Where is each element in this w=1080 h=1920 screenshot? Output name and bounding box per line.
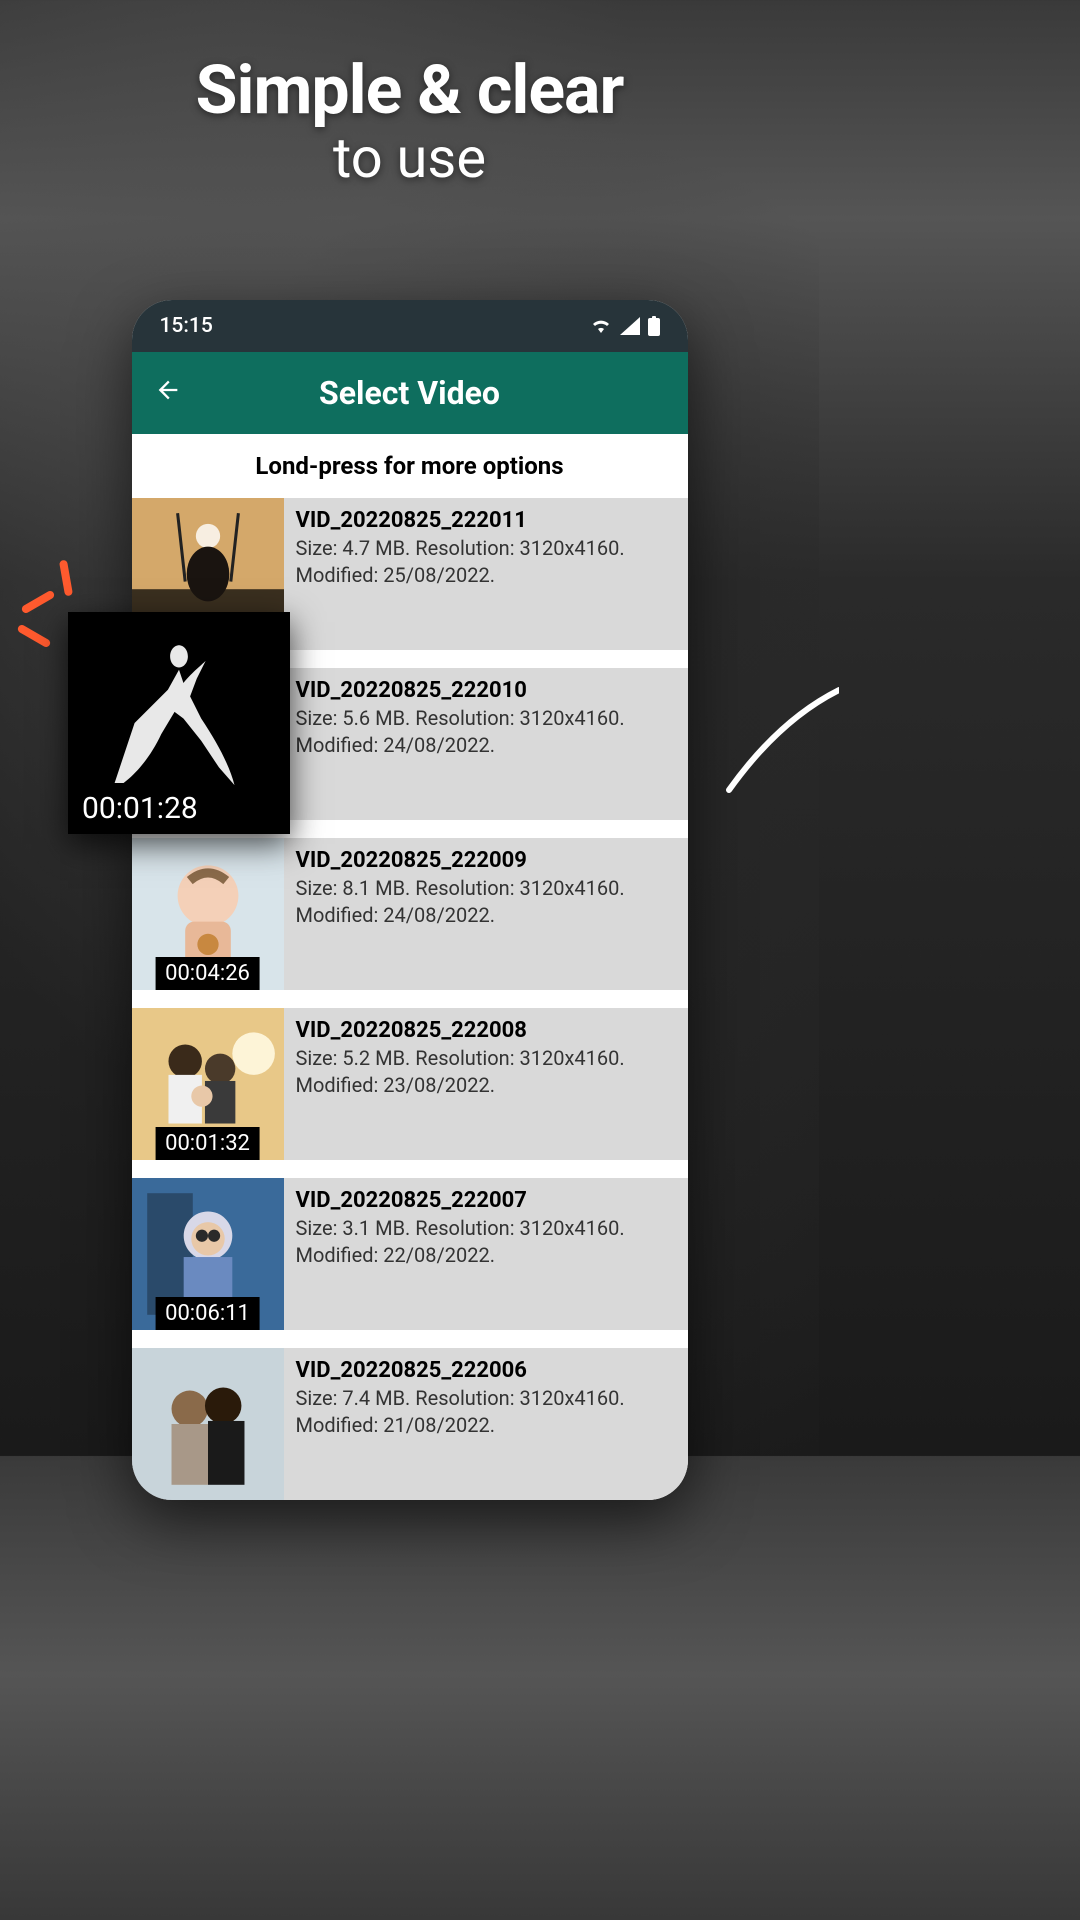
video-filename: VID_20220825_222011 [296,508,676,533]
video-meta: VID_20220825_222007 Size: 3.1 MB. Resolu… [284,1178,688,1330]
hint-text: Lond-press for more options [132,434,688,498]
promo-headline: Simple & clear to use [0,50,819,191]
preview-duration: 00:01:28 [68,783,212,834]
status-bar: 15:15 [132,300,688,352]
battery-icon [648,316,660,336]
video-meta: VID_20220825_222009 Size: 8.1 MB. Resolu… [284,838,688,990]
video-filename: VID_20220825_222008 [296,1018,676,1043]
video-filename: VID_20220825_222006 [296,1358,676,1383]
video-meta: VID_20220825_222010 Size: 5.6 MB. Resolu… [284,668,688,820]
video-details: Size: 7.4 MB. Resolution: 3120x4160. Mod… [296,1385,676,1439]
video-details: Size: 3.1 MB. Resolution: 3120x4160. Mod… [296,1215,676,1269]
promo-line-1: Simple & clear [0,50,819,130]
phone-frame: 15:15 Select Video Lond-press for more o… [132,300,688,1500]
list-item[interactable]: 00:04:26 VID_20220825_222009 Size: 8.1 M… [132,838,688,990]
video-meta: VID_20220825_222006 Size: 7.4 MB. Resolu… [284,1348,688,1500]
video-details: Size: 5.2 MB. Resolution: 3120x4160. Mod… [296,1045,676,1099]
app-bar-title: Select Video [319,374,500,412]
video-details: Size: 4.7 MB. Resolution: 3120x4160. Mod… [296,535,676,589]
video-thumbnail: 00:04:26 [132,838,284,990]
video-filename: VID_20220825_222007 [296,1188,676,1213]
video-duration: 00:06:11 [155,1297,260,1330]
video-details: Size: 5.6 MB. Resolution: 3120x4160. Mod… [296,705,676,759]
video-filename: VID_20220825_222010 [296,678,676,703]
video-duration: 00:04:26 [155,957,260,990]
video-meta: VID_20220825_222008 Size: 5.2 MB. Resolu… [284,1008,688,1160]
signal-icon [620,317,640,335]
back-arrow-icon[interactable] [154,374,182,412]
promo-line-2: to use [0,125,819,191]
video-thumbnail: 00:01:32 [132,1008,284,1160]
list-item[interactable]: VID_20220825_222006 Size: 7.4 MB. Resolu… [132,1348,688,1500]
status-time: 15:15 [160,314,213,338]
preview-popout: 00:01:28 [68,612,290,834]
status-icons [590,316,660,336]
video-meta: VID_20220825_222011 Size: 4.7 MB. Resolu… [284,498,688,650]
thumb-couple-icon [132,1348,284,1500]
video-thumbnail [132,1348,284,1500]
video-duration: 00:01:32 [155,1127,260,1160]
wifi-icon [590,317,612,335]
list-item[interactable]: 00:06:11 VID_20220825_222007 Size: 3.1 M… [132,1178,688,1330]
video-details: Size: 8.1 MB. Resolution: 3120x4160. Mod… [296,875,676,929]
video-thumbnail: 00:06:11 [132,1178,284,1330]
video-filename: VID_20220825_222009 [296,848,676,873]
curve-decoration [719,680,839,800]
app-bar: Select Video [132,352,688,434]
list-item[interactable]: 00:01:32 VID_20220825_222008 Size: 5.2 M… [132,1008,688,1160]
